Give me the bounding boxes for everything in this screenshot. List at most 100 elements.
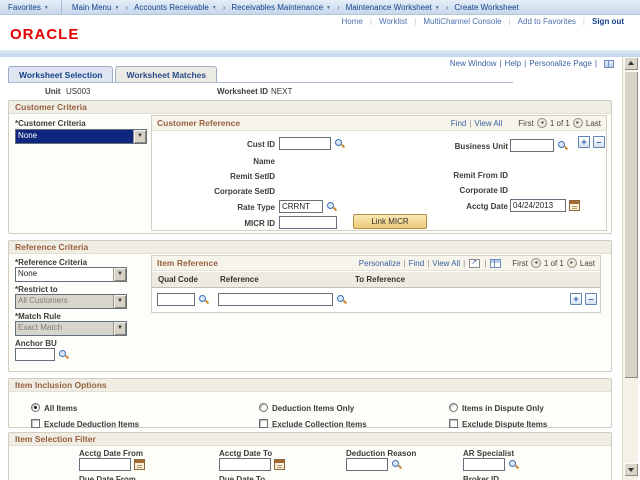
chevron-down-icon — [212, 5, 217, 11]
scroll-down-icon[interactable] — [624, 463, 638, 476]
tab-divider-line — [8, 82, 513, 83]
breadcrumb-accounts-receivable[interactable]: Accounts Receivable — [130, 3, 221, 12]
anchor-bu-label: Anchor BU — [15, 339, 57, 348]
download-grid-icon[interactable] — [490, 259, 501, 268]
add-to-favorites-link[interactable]: Add to Favorites — [511, 17, 583, 26]
customer-reference-title: Customer Reference — [157, 118, 240, 128]
worklist-link[interactable]: Worklist — [372, 17, 414, 26]
sign-out-link[interactable]: Sign out — [585, 17, 624, 26]
rate-type-input[interactable] — [279, 200, 323, 213]
breadcrumb-favorites-label: Favorites — [8, 3, 41, 12]
breadcrumb-main-menu[interactable]: Main Menu — [68, 3, 124, 12]
qual-code-lookup-icon[interactable] — [198, 294, 209, 305]
deduction-reason-lookup-icon[interactable] — [391, 459, 402, 470]
breadcrumb-create-worksheet: Create Worksheet — [450, 3, 522, 12]
multichannel-console-link[interactable]: MultiChannel Console — [416, 17, 508, 26]
delete-row-button[interactable] — [585, 293, 597, 305]
breadcrumb-divider — [61, 0, 62, 15]
view-all-link[interactable]: View All — [474, 119, 502, 128]
breadcrumb-favorites[interactable]: Favorites — [0, 3, 53, 12]
acctg-date-input[interactable] — [510, 199, 566, 212]
cust-id-lookup-icon[interactable] — [334, 138, 345, 149]
page-tabs: Worksheet Selection Worksheet Matches — [8, 66, 217, 82]
ar-specialist-lookup-icon[interactable] — [508, 459, 519, 470]
reference-criteria-title: Reference Criteria — [9, 241, 611, 254]
personalize-layout-icon[interactable] — [604, 60, 614, 68]
personalize-link[interactable]: Personalize — [359, 259, 401, 268]
qual-code-input[interactable] — [157, 293, 195, 306]
customer-reference-header: Customer Reference Find | View All First… — [152, 116, 606, 131]
acctg-date-to-input[interactable] — [219, 458, 271, 471]
chevron-down-icon — [114, 5, 119, 11]
anchor-bu-lookup-icon[interactable] — [58, 349, 69, 360]
match-rule-select[interactable]: Exact Match — [15, 321, 127, 336]
help-link[interactable]: Help — [505, 59, 521, 68]
view-all-link[interactable]: View All — [432, 259, 460, 268]
anchor-bu-input[interactable] — [15, 348, 55, 361]
scroll-up-icon[interactable] — [624, 57, 638, 70]
oracle-logo: ORACLE — [10, 26, 79, 43]
breadcrumb-maintenance-worksheet[interactable]: Maintenance Worksheet — [342, 3, 444, 12]
add-row-button[interactable] — [570, 293, 582, 305]
micr-id-input[interactable] — [279, 216, 337, 229]
rate-type-label: Rate Type — [152, 203, 275, 212]
checkbox-icon — [259, 419, 268, 428]
next-row-icon[interactable] — [573, 118, 583, 128]
to-reference-column-header: To Reference — [355, 275, 405, 284]
rate-type-lookup-icon[interactable] — [326, 201, 337, 212]
add-row-button[interactable] — [578, 136, 590, 148]
reference-criteria-select[interactable]: None — [15, 267, 127, 282]
restrict-to-select[interactable]: All Customers — [15, 294, 127, 309]
last-label: Last — [586, 119, 601, 128]
breadcrumb-separator-icon — [123, 3, 130, 12]
row-count: 1 of 1 — [550, 119, 570, 128]
acctg-date-from-calendar-icon[interactable] — [134, 459, 145, 470]
previous-row-icon[interactable] — [531, 258, 541, 268]
personalize-page-link[interactable]: Personalize Page — [529, 59, 592, 68]
acctg-date-from-label: Acctg Date From — [79, 449, 143, 458]
reference-lookup-icon[interactable] — [336, 294, 347, 305]
checkbox-exclude-collection-items[interactable]: Exclude Collection Items — [259, 414, 367, 432]
deduction-reason-input[interactable] — [346, 458, 388, 471]
dropdown-arrow-icon — [113, 322, 126, 335]
home-link[interactable]: Home — [335, 17, 370, 26]
delete-row-button[interactable] — [593, 136, 605, 148]
name-label: Name — [152, 157, 275, 166]
acctg-date-to-calendar-icon[interactable] — [274, 459, 285, 470]
cust-id-label: Cust ID — [152, 140, 275, 149]
ar-specialist-label: AR Specialist — [463, 449, 514, 458]
item-reference-header: Item Reference Personalize | Find | View… — [152, 256, 600, 271]
link-micr-button[interactable]: Link MICR — [353, 214, 427, 229]
vertical-scrollbar[interactable] — [622, 57, 638, 480]
find-link[interactable]: Find — [451, 119, 467, 128]
customer-criteria-select[interactable]: None — [15, 129, 147, 144]
new-window-link[interactable]: New Window — [450, 59, 497, 68]
reference-input[interactable] — [218, 293, 333, 306]
cust-id-input[interactable] — [279, 137, 331, 150]
item-inclusion-options-title: Item Inclusion Options — [9, 379, 611, 392]
first-label: First — [518, 119, 534, 128]
tab-worksheet-selection[interactable]: Worksheet Selection — [8, 66, 113, 82]
scrollbar-thumb[interactable] — [624, 71, 638, 378]
chevron-down-icon — [44, 5, 49, 11]
next-row-icon[interactable] — [567, 258, 577, 268]
acctg-date-from-input[interactable] — [79, 458, 131, 471]
checkbox-exclude-dispute-items[interactable]: Exclude Dispute Items — [449, 414, 547, 432]
zoom-grid-icon[interactable] — [469, 259, 480, 268]
business-unit-input[interactable] — [510, 139, 554, 152]
ar-specialist-input[interactable] — [463, 458, 505, 471]
customer-reference-group: Customer Reference Find | View All First… — [151, 115, 607, 231]
find-link[interactable]: Find — [409, 259, 425, 268]
previous-row-icon[interactable] — [537, 118, 547, 128]
deduction-reason-label: Deduction Reason — [346, 449, 416, 458]
breadcrumb-separator-icon — [335, 3, 342, 12]
checkbox-exclude-deduction-items[interactable]: Exclude Deduction Items — [31, 414, 139, 432]
acctg-date-calendar-icon[interactable] — [569, 200, 580, 211]
unit-label: Unit — [45, 87, 61, 96]
tab-worksheet-matches[interactable]: Worksheet Matches — [115, 66, 217, 82]
business-unit-lookup-icon[interactable] — [557, 140, 568, 151]
breadcrumb-receivables-maintenance[interactable]: Receivables Maintenance — [227, 3, 335, 12]
item-reference-column-headers: Qual Code Reference To Reference — [152, 272, 600, 288]
customer-criteria-dropdown-label: *Customer Criteria — [15, 119, 86, 128]
last-label: Last — [580, 259, 595, 268]
